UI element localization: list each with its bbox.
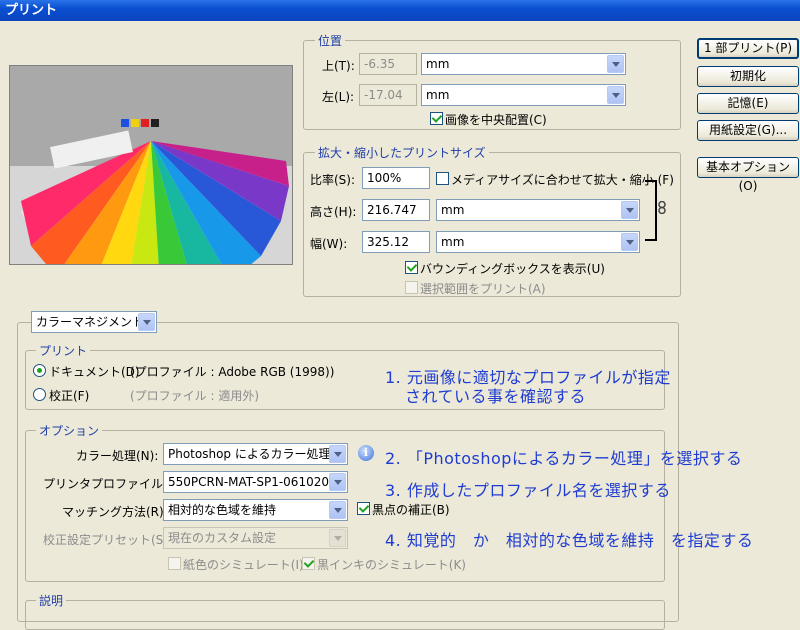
annotation-4: 4. 知覚的 か 相対的な色域を維持 を指定する (385, 531, 754, 550)
scaled-size-legend: 拡大・縮小したプリントサイズ (315, 144, 489, 161)
print-preview (9, 65, 293, 265)
chain-link-icon[interactable] (658, 200, 666, 215)
scale-label: 比率(S): (310, 173, 356, 187)
proof-setup-value: 現在のカスタム設定 (168, 531, 277, 545)
left-unit-value: mm (426, 88, 450, 102)
chevron-down-icon[interactable] (621, 201, 638, 219)
title-bar: プリント (0, 0, 800, 21)
print-legend: プリント (36, 342, 91, 359)
left-input[interactable]: -17.04 (359, 84, 417, 106)
black-point-label: 黒点の補正(B) (372, 503, 450, 517)
document-profile: (プロファイル : Adobe RGB (1998)) (130, 365, 335, 379)
scale-input[interactable]: 100% (362, 167, 430, 189)
left-unit-select[interactable]: mm (421, 84, 626, 106)
height-unit-select[interactable]: mm (436, 199, 640, 221)
document-label: ドキュメント(D) (49, 365, 140, 379)
rendering-intent-label: マッチング方法(R): (62, 505, 168, 519)
top-unit-value: mm (426, 57, 450, 71)
position-legend: 位置 (315, 32, 346, 49)
bounding-box-checkbox[interactable] (405, 261, 418, 274)
simulate-ink-label: 黒インキのシミュレート(K) (317, 558, 466, 572)
color-mode-select[interactable]: カラーマネジメント (31, 311, 157, 333)
chevron-down-icon[interactable] (607, 86, 624, 104)
top-unit-select[interactable]: mm (421, 53, 626, 75)
black-point-checkbox[interactable] (357, 502, 370, 515)
print-one-copy-button[interactable]: 1 部プリント(P) (697, 38, 799, 59)
info-icon: i (358, 445, 374, 461)
printer-profile-select[interactable]: 550PCRN-MAT-SP1-061020 (163, 471, 348, 493)
rendering-intent-value: 相対的な色域を維持 (168, 503, 277, 517)
proof-setup-select[interactable]: 現在のカスタム設定 (163, 527, 348, 549)
annotation-1-line2: されている事を確認する (405, 387, 587, 406)
chevron-down-icon[interactable] (607, 55, 624, 73)
color-fan-image (10, 66, 292, 264)
width-input[interactable]: 325.12 (362, 231, 430, 253)
printer-profile-value: 550PCRN-MAT-SP1-061020 (168, 475, 329, 489)
center-image-checkbox[interactable] (430, 112, 443, 125)
fit-media-checkbox[interactable] (436, 172, 449, 185)
fit-media-label: メディアサイズに合わせて拡大・縮小 (F) (451, 173, 674, 187)
height-input[interactable]: 216.747 (362, 199, 430, 221)
rendering-intent-select[interactable]: 相対的な色域を維持 (163, 499, 348, 521)
chevron-down-icon[interactable] (329, 501, 346, 519)
print-selection-checkbox[interactable] (405, 281, 418, 294)
annotation-3: 3. 作成したプロファイル名を選択する (385, 481, 671, 500)
width-label: 幅(W): (310, 237, 348, 251)
width-unit-select[interactable]: mm (436, 231, 640, 253)
chevron-down-icon[interactable] (329, 473, 346, 491)
simulate-paper-label: 紙色のシミュレート(I) (183, 558, 304, 572)
chevron-down-icon[interactable] (138, 313, 155, 331)
center-image-label: 画像を中央配置(C) (445, 113, 547, 127)
simulate-paper-checkbox[interactable] (168, 557, 181, 570)
left-label: 左(L): (322, 90, 355, 104)
page-setup-button[interactable]: 用紙設定(G)... (697, 120, 799, 141)
simulate-ink-checkbox[interactable] (302, 557, 315, 570)
color-handling-select[interactable]: Photoshop によるカラー処理 (163, 443, 348, 465)
top-label: 上(T): (322, 59, 355, 73)
proof-label: 校正(F) (49, 389, 90, 403)
reset-button[interactable]: 初期化 (697, 66, 799, 87)
chevron-down-icon[interactable] (621, 233, 638, 251)
proof-setup-label: 校正設定プリセット(S): (43, 533, 173, 547)
link-bracket (645, 180, 657, 241)
print-selection-label: 選択範囲をプリント(A) (420, 282, 546, 296)
annotation-2: 2. 「Photoshopによるカラー処理」を選択する (385, 449, 743, 468)
proof-radio[interactable] (33, 388, 46, 401)
window-title: プリント (5, 3, 58, 18)
top-input[interactable]: -6.35 (359, 53, 417, 75)
basic-options-button[interactable]: 基本オプション(O) (697, 157, 799, 193)
height-unit-value: mm (441, 203, 465, 217)
width-unit-value: mm (441, 235, 465, 249)
document-radio[interactable] (33, 364, 46, 377)
description-group (25, 600, 665, 630)
color-handling-value: Photoshop によるカラー処理 (168, 447, 331, 461)
color-mode-value: カラーマネジメント (36, 315, 145, 329)
remember-button[interactable]: 記憶(E) (697, 93, 799, 114)
chevron-down-icon[interactable] (329, 445, 346, 463)
proof-profile: (プロファイル : 適用外) (130, 389, 260, 403)
height-label: 高さ(H): (310, 205, 357, 219)
bounding-box-label: バウンディングボックスを表示(U) (420, 262, 605, 276)
description-legend: 説明 (36, 592, 67, 609)
color-handling-label: カラー処理(N): (76, 449, 159, 463)
chevron-down-icon[interactable] (329, 529, 346, 547)
options-legend: オプション (36, 422, 103, 439)
